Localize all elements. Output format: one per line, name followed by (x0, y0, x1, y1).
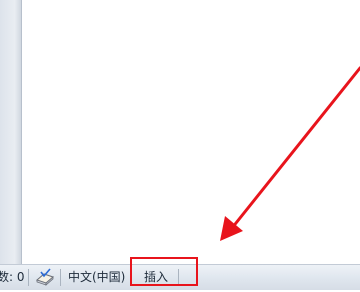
annotation-arrow (220, 66, 360, 241)
